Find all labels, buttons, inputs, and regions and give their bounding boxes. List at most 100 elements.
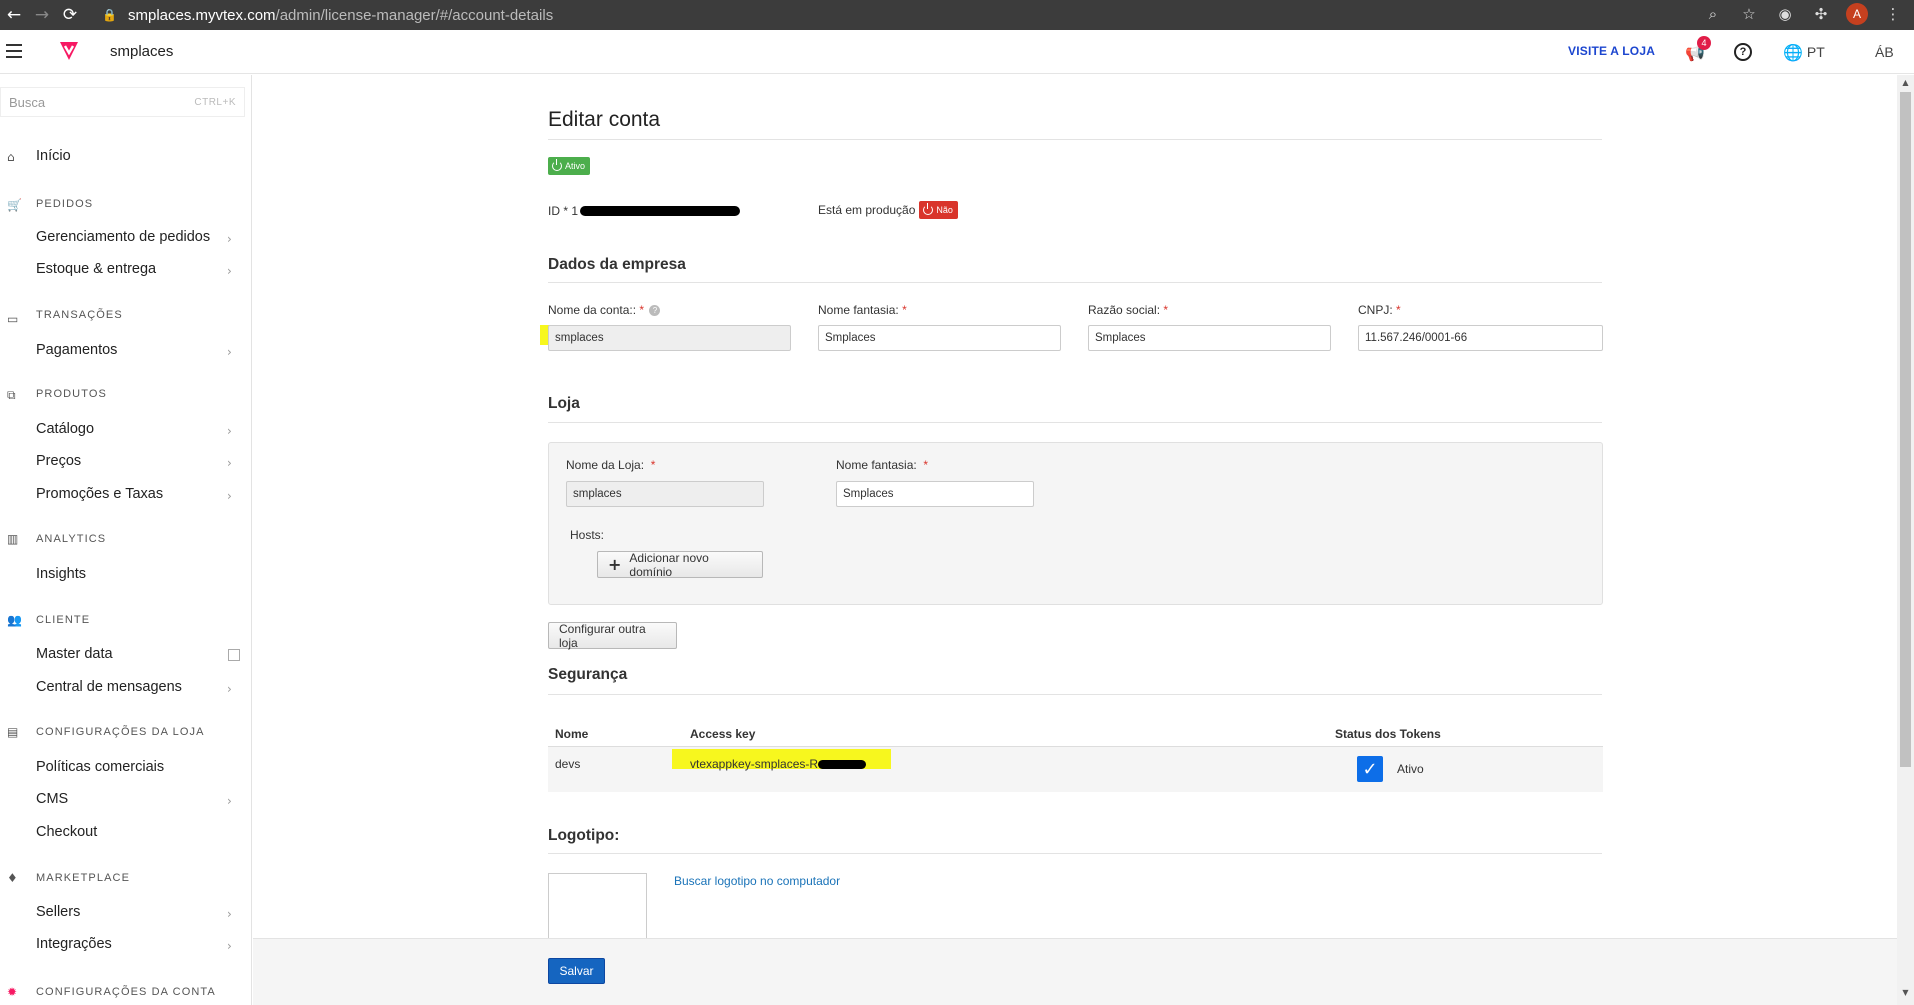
production-label: Está em produção	[818, 203, 916, 217]
section-marketplace: MARKETPLACE	[36, 872, 131, 884]
account-name-field[interactable]: smplaces	[548, 325, 791, 351]
sidebar-item-checkout[interactable]: Checkout	[36, 824, 97, 840]
chevron-right-icon: ›	[227, 682, 232, 696]
sidebar-item-master-data[interactable]: Master data	[36, 646, 113, 662]
app-header: smplaces VISITE A LOJA 📢 4 ? 🌐 PT ÁB	[0, 30, 1914, 74]
upload-logo-link[interactable]: Buscar logotipo no computador	[674, 874, 840, 888]
save-button[interactable]: Salvar	[548, 958, 605, 984]
sidebar-item-estoque[interactable]: Estoque & entrega	[36, 261, 156, 277]
fantasy-name-label: Nome fantasia: *	[818, 303, 907, 317]
users-icon: 👥	[7, 613, 22, 627]
sidebar-item-sellers[interactable]: Sellers	[36, 904, 80, 920]
sidebar-item-inicio[interactable]: Início	[36, 148, 71, 164]
sidebar: Busca CTRL+K ⌂ Início 🛒 PEDIDOS Gerencia…	[0, 75, 252, 1005]
production-toggle[interactable]: Não	[919, 201, 958, 219]
row-name: devs	[555, 757, 581, 771]
scroll-up-icon[interactable]: ▲	[1900, 78, 1911, 88]
forward-icon[interactable]: →	[28, 0, 56, 30]
chevron-right-icon: ›	[227, 489, 232, 503]
user-menu[interactable]: ÁB	[1875, 40, 1894, 64]
store-panel: Nome da Loja: * smplaces Nome fantasia: …	[548, 442, 1603, 605]
external-link-icon	[228, 649, 240, 661]
section-produtos: PRODUTOS	[36, 388, 107, 400]
row-access-key: vtexappkey-smplaces-R	[690, 757, 867, 771]
chevron-right-icon: ›	[227, 456, 232, 470]
sidebar-item-catalogo[interactable]: Catálogo	[36, 421, 94, 437]
redacted-id	[580, 206, 741, 216]
divider	[548, 853, 1602, 854]
chevron-right-icon: ›	[227, 264, 232, 278]
col-access-key: Access key	[690, 727, 756, 741]
add-domain-button[interactable]: + Adicionar novo domínio	[597, 551, 763, 579]
section-pedidos: PEDIDOS	[36, 198, 94, 210]
browser-toolbar: ← → ⟳ 🔒 smplaces.myvtex.com/admin/licens…	[0, 0, 1914, 30]
puzzle-icon[interactable]: ✣	[1810, 3, 1832, 25]
sidebar-item-integracoes[interactable]: Integrações	[36, 936, 112, 952]
store-fantasy-label: Nome fantasia: *	[836, 458, 929, 472]
hamburger-menu-icon[interactable]	[6, 44, 22, 58]
sidebar-item-politicas[interactable]: Políticas comerciais	[36, 759, 164, 775]
profile-avatar[interactable]: A	[1846, 3, 1868, 25]
store-icon: ⌂	[7, 150, 15, 164]
vtex-logo-icon[interactable]	[58, 40, 80, 62]
hosts-label: Hosts:	[570, 528, 605, 542]
back-icon[interactable]: ←	[0, 0, 28, 30]
sidebar-search-input[interactable]: Busca CTRL+K	[0, 87, 245, 117]
section-analytics: ANALYTICS	[36, 533, 107, 545]
notifications-icon[interactable]: 📢 4	[1685, 36, 1711, 64]
help-icon[interactable]: ?	[1734, 40, 1752, 64]
legal-name-field[interactable]: Smplaces	[1088, 325, 1331, 351]
language-label: PT	[1806, 44, 1825, 60]
scrollbar-thumb[interactable]	[1900, 92, 1911, 767]
help-icon: ?	[649, 305, 661, 317]
sidebar-item-central[interactable]: Central de mensagens	[36, 679, 182, 695]
section-cliente: CLIENTE	[36, 614, 91, 626]
cart-icon: 🛒	[7, 198, 22, 212]
lock-icon: 🔒	[102, 8, 117, 22]
address-bar[interactable]: 🔒 smplaces.myvtex.com/admin/license-mana…	[102, 4, 1772, 26]
chevron-right-icon: ›	[227, 907, 232, 921]
sidebar-item-gerenciamento[interactable]: Gerenciamento de pedidos	[36, 229, 210, 245]
section-loja: Loja	[548, 395, 580, 412]
extension-icon[interactable]: ◉	[1774, 3, 1796, 25]
fantasy-name-field[interactable]: Smplaces	[818, 325, 1061, 351]
language-selector[interactable]: 🌐 PT	[1783, 40, 1825, 64]
zoom-icon[interactable]: ⌕	[1702, 3, 1724, 25]
power-icon	[923, 203, 934, 215]
chevron-right-icon: ›	[227, 424, 232, 438]
store-name-field[interactable]: smplaces	[566, 481, 764, 507]
divider	[548, 422, 1602, 423]
gear-icon: ✹	[7, 985, 18, 999]
status-badge[interactable]: Ativo	[548, 157, 591, 175]
col-token-status: Status dos Tokens	[1335, 727, 1441, 741]
visit-store-link[interactable]: VISITE A LOJA	[1568, 44, 1655, 58]
token-status-checkbox[interactable]: ✓	[1357, 756, 1383, 782]
sidebar-item-insights[interactable]: Insights	[36, 566, 86, 582]
bookmark-star-icon[interactable]: ☆	[1738, 3, 1760, 25]
main-content: Editar conta Ativo ID * 1 Está em produç…	[540, 75, 1603, 953]
section-config-loja: CONFIGURAÇÕES DA LOJA	[36, 726, 205, 738]
section-logotipo: Logotipo:	[548, 827, 620, 844]
products-icon: ⧉	[7, 388, 16, 402]
scroll-down-icon[interactable]: ▼	[1900, 988, 1911, 998]
url-path: /admin/license-manager/#/account-details	[275, 6, 554, 24]
menu-dots-icon[interactable]: ⋮	[1882, 3, 1904, 25]
store-fantasy-field[interactable]: Smplaces	[836, 481, 1034, 507]
sidebar-item-pagamentos[interactable]: Pagamentos	[36, 342, 117, 358]
sidebar-item-promocoes[interactable]: Promoções e Taxas	[36, 486, 163, 502]
security-table-header: Nome Access key Status dos Tokens	[548, 720, 1603, 747]
configure-other-store-button[interactable]: Configurar outra loja	[548, 622, 677, 650]
sidebar-item-precos[interactable]: Preços	[36, 453, 81, 469]
reload-icon[interactable]: ⟳	[56, 0, 84, 30]
sidebar-item-cms[interactable]: CMS	[36, 791, 68, 807]
save-bar: Salvar	[253, 938, 1897, 1005]
cnpj-label: CNPJ: *	[1358, 303, 1401, 317]
chevron-right-icon: ›	[227, 794, 232, 808]
table-icon: ▤	[7, 725, 19, 739]
cnpj-field[interactable]: 11.567.246/0001-66	[1358, 325, 1603, 351]
chevron-right-icon: ›	[227, 939, 232, 953]
account-id: ID * 1	[548, 204, 741, 218]
chevron-right-icon: ›	[227, 345, 232, 359]
power-icon	[552, 159, 562, 171]
section-dados-empresa: Dados da empresa	[548, 256, 686, 273]
